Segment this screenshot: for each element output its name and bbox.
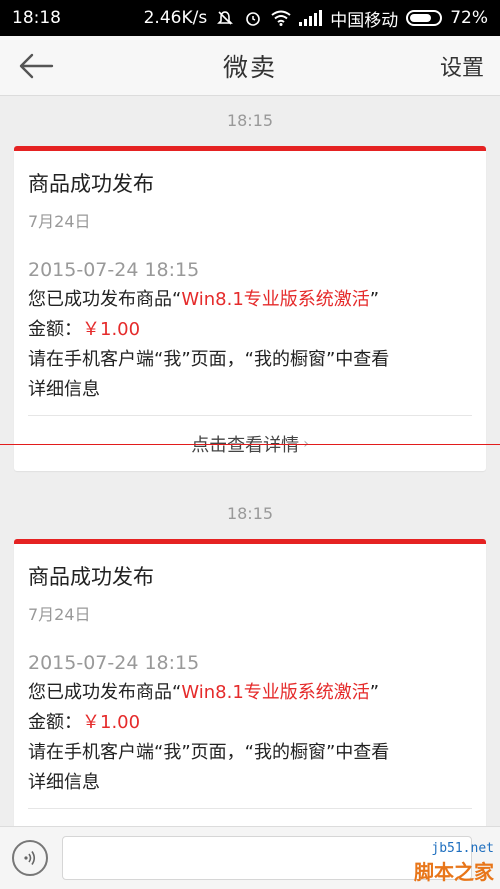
publish-line: 您已成功发布商品“Win8.1专业版系统激活” xyxy=(28,678,472,708)
watermark-name: 脚本之家 xyxy=(414,860,494,884)
publish-prefix: 您已成功发布商品“ xyxy=(28,289,182,310)
amount-label: 金额： xyxy=(28,712,82,733)
publish-suffix: ” xyxy=(369,289,380,310)
battery-percent: 72% xyxy=(450,8,488,28)
back-button[interactable] xyxy=(16,48,56,84)
amount-line: 金额：￥1.00 xyxy=(28,315,472,345)
card-title: 商品成功发布 xyxy=(28,172,154,196)
watermark-url: jb51.net xyxy=(431,841,494,856)
amount-value: ￥1.00 xyxy=(82,319,141,340)
signal-icon xyxy=(299,10,323,26)
message-time: 18:15 xyxy=(226,111,274,130)
wifi-icon xyxy=(271,8,291,28)
card-datetime: 2015-07-24 18:15 xyxy=(28,652,200,674)
voice-icon xyxy=(24,851,36,865)
nav-bar: 微卖 设置 xyxy=(0,36,500,96)
instruction-line-2: 详细信息 xyxy=(28,379,100,400)
card-date: 7月24日 xyxy=(28,212,91,231)
card-datetime: 2015-07-24 18:15 xyxy=(28,259,200,281)
card-title: 商品成功发布 xyxy=(28,565,154,589)
mute-icon xyxy=(215,8,235,28)
amount-label: 金额： xyxy=(28,319,82,340)
status-time: 18:18 xyxy=(12,8,61,28)
message-card[interactable]: 商品成功发布 7月24日 2015-07-24 18:15 您已成功发布商品“W… xyxy=(14,539,486,838)
publish-suffix: ” xyxy=(369,682,380,703)
publish-line: 您已成功发布商品“Win8.1专业版系统激活” xyxy=(28,285,472,315)
instruction-line: 请在手机客户端“我”页面，“我的橱窗”中查看 xyxy=(28,742,390,763)
back-arrow-icon xyxy=(19,53,54,79)
status-right: 2.46K/s 中国移动 72% xyxy=(144,6,488,31)
alarm-icon xyxy=(243,8,263,28)
voice-button[interactable] xyxy=(12,840,48,876)
battery-icon xyxy=(406,10,443,26)
product-name: Win8.1专业版系统激活 xyxy=(181,682,370,703)
status-bar: 18:18 2.46K/s 中国移动 72% xyxy=(0,0,500,36)
instruction-line-2: 详细信息 xyxy=(28,772,100,793)
network-speed: 2.46K/s xyxy=(143,8,208,28)
view-details-link[interactable]: 点击查看详情 › xyxy=(28,415,472,471)
watermark-logo: jb51.net 脚本之家 xyxy=(374,841,494,885)
amount-line: 金额：￥1.00 xyxy=(28,708,472,738)
message-time: 18:15 xyxy=(226,504,274,523)
divider-line xyxy=(0,444,500,445)
amount-value: ￥1.00 xyxy=(82,712,141,733)
carrier-name: 中国移动 xyxy=(330,10,399,31)
card-body: 商品成功发布 7月24日 2015-07-24 18:15 您已成功发布商品“W… xyxy=(14,544,486,798)
settings-button[interactable]: 设置 xyxy=(440,50,484,82)
message-card[interactable]: 商品成功发布 7月24日 2015-07-24 18:15 您已成功发布商品“W… xyxy=(14,146,486,471)
page-title: 微卖 xyxy=(222,52,277,82)
card-date: 7月24日 xyxy=(28,605,91,624)
instruction-line: 请在手机客户端“我”页面，“我的橱窗”中查看 xyxy=(28,349,390,370)
publish-prefix: 您已成功发布商品“ xyxy=(28,682,182,703)
product-name: Win8.1专业版系统激活 xyxy=(181,289,370,310)
card-body: 商品成功发布 7月24日 2015-07-24 18:15 您已成功发布商品“W… xyxy=(14,151,486,405)
message-feed: 18:15 商品成功发布 7月24日 2015-07-24 18:15 您已成功… xyxy=(0,96,500,838)
